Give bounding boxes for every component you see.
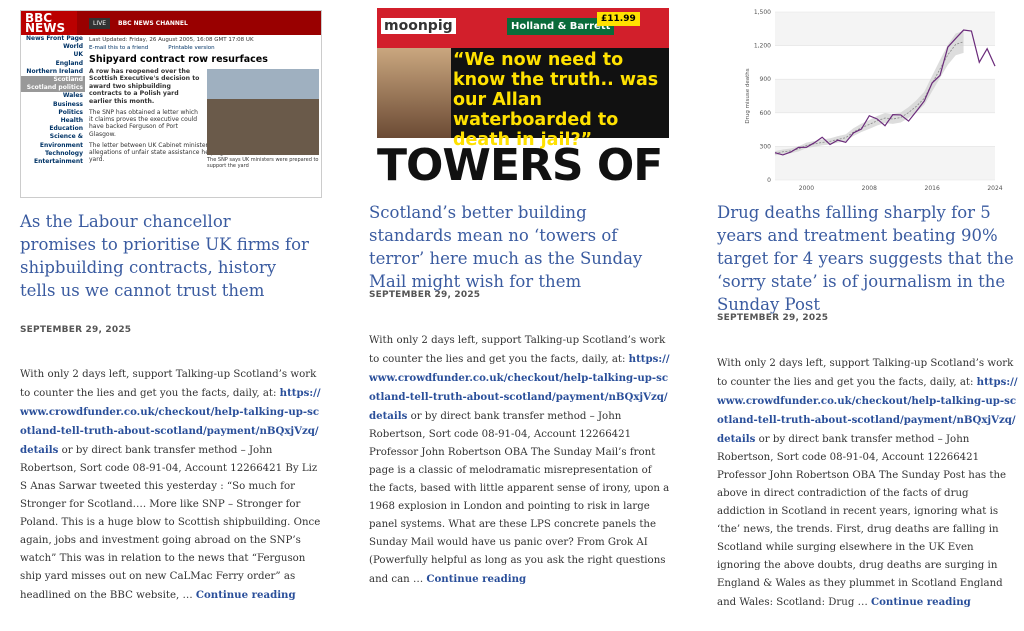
- excerpt-intro: With only 2 days left, support Talking-u…: [717, 358, 1014, 388]
- bbc-logo: BBC NEWS: [21, 11, 77, 35]
- bbc-nav-item: Technology: [45, 149, 83, 157]
- bbc-nav-item: Scotland: [21, 76, 85, 85]
- post-title[interactable]: Drug deaths falling sharply for 5 years …: [717, 201, 1019, 316]
- front-page-quote: “We now need to know the truth.. was our…: [453, 50, 659, 150]
- y-axis-label: Drug misuse deaths: [745, 68, 751, 123]
- continue-reading-link[interactable]: Continue reading: [871, 596, 971, 608]
- bbc-nav-item: Politics: [58, 108, 83, 116]
- post-title[interactable]: Scotland’s better building standards mea…: [369, 201, 671, 293]
- post-title[interactable]: As the Labour chancellor promises to pri…: [20, 210, 310, 302]
- post-excerpt: With only 2 days left, support Talking-u…: [369, 332, 671, 589]
- bbc-nav: News Front Page World UK England Northern Ir…: [21, 35, 85, 166]
- shipyard-photo: [207, 69, 319, 155]
- bbc-nav-item: News Front Page: [26, 35, 83, 42]
- front-page-headline: TOWERS OF: [377, 140, 663, 191]
- live-badge: LIVE: [89, 17, 111, 29]
- bbc-nav-item: Science & Environment: [39, 133, 83, 149]
- excerpt-body: or by direct bank transfer method – John…: [717, 434, 1007, 608]
- updated-text: Last Updated: Friday, 26 August 2005, 16…: [89, 37, 254, 43]
- y-tick-label: 1,500: [754, 9, 771, 16]
- bbc-headline: Shipyard contract row resurfaces: [89, 54, 268, 65]
- bbc-nav-item: World: [63, 43, 83, 51]
- excerpt-body: or by direct bank transfer method – John…: [369, 411, 670, 585]
- x-tick-label: 2016: [925, 185, 940, 192]
- bbc-nav-item: Business: [53, 100, 83, 108]
- post-excerpt: With only 2 days left, support Talking-u…: [20, 366, 322, 605]
- grid-band: [775, 146, 995, 180]
- y-tick-label: 1,200: [754, 43, 771, 50]
- mail-banner: moonpig Holland & Barrett £11.99: [377, 8, 669, 48]
- bbc-header-bar: BBC NEWS LIVE BBC NEWS CHANNEL: [21, 11, 321, 35]
- bbc-nav-item: Northern Ireland: [26, 67, 83, 75]
- print-link: Printable version: [168, 45, 215, 51]
- post-excerpt: With only 2 days left, support Talking-u…: [717, 355, 1019, 612]
- portrait-photo: [377, 48, 451, 138]
- excerpt-body: or by direct bank transfer method – John…: [20, 445, 321, 601]
- bbc-lead: A row has reopened over the Scottish Exe…: [89, 68, 200, 105]
- y-tick-label: 600: [760, 110, 772, 117]
- bbc-nav-item: Wales: [62, 92, 83, 100]
- continue-reading-link[interactable]: Continue reading: [196, 589, 296, 601]
- excerpt-intro: With only 2 days left, support Talking-u…: [20, 369, 317, 399]
- y-tick-label: 300: [760, 143, 772, 150]
- post-2: moonpig Holland & Barrett £11.99 “We now…: [369, 0, 671, 585]
- bbc-nav-item: Entertainment: [34, 158, 83, 166]
- bbc-paragraph: The SNP has obtained a letter which it c…: [89, 109, 198, 138]
- post-date: SEPTEMBER 29, 2025: [369, 290, 481, 300]
- y-tick-label: 0: [767, 177, 771, 184]
- y-tick-label: 900: [760, 76, 772, 83]
- grid-band: [775, 79, 995, 113]
- post-2-thumbnail[interactable]: moonpig Holland & Barrett £11.99 “We now…: [377, 8, 669, 191]
- excerpt-intro: With only 2 days left, support Talking-u…: [369, 335, 666, 365]
- bbc-nav-item: England: [55, 59, 83, 67]
- post-date: SEPTEMBER 29, 2025: [717, 313, 829, 323]
- post-1-thumbnail[interactable]: BBC NEWS LIVE BBC NEWS CHANNEL News Fron…: [20, 10, 322, 198]
- x-tick-label: 2000: [799, 185, 814, 192]
- price-badge: £11.99: [597, 12, 640, 26]
- email-link: E-mail this to a friend: [89, 45, 149, 51]
- bbc-nav-item: UK: [73, 51, 83, 59]
- post-date: SEPTEMBER 29, 2025: [20, 325, 132, 335]
- channel-label: BBC NEWS CHANNEL: [118, 19, 188, 27]
- bbc-nav-item: Scotland politics: [21, 84, 85, 93]
- photo-caption: The SNP says UK ministers were prepared …: [207, 157, 319, 169]
- drug-deaths-chart[interactable]: 0 300 600 900 1,200 1,500 2000 2008 2016 2024 Drug…: [717, 4, 1019, 194]
- x-tick-label: 2024: [987, 185, 1002, 192]
- bbc-nav-item: Health: [60, 117, 83, 125]
- continue-reading-link[interactable]: Continue reading: [426, 573, 526, 585]
- moonpig-logo: moonpig: [381, 18, 456, 34]
- x-tick-label: 2008: [862, 185, 877, 192]
- bbc-nav-item: Education: [49, 125, 83, 133]
